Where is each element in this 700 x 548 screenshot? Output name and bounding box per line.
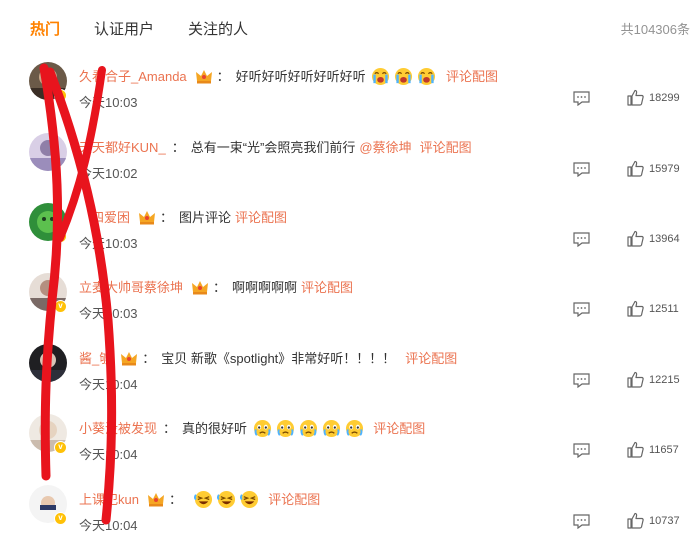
comment-image-link[interactable]: 评论配图 (268, 492, 320, 507)
like-icon[interactable] (627, 89, 644, 106)
verified-badge-icon: v (54, 300, 67, 313)
like-count: 10737 (649, 515, 680, 527)
reply-icon[interactable] (573, 91, 590, 106)
crown-icon (147, 493, 164, 507)
reply-icon[interactable] (573, 162, 590, 177)
comment-line: 四爱困：图片评论 评论配图 (91, 210, 288, 225)
tearful-face-emoji (345, 419, 363, 438)
comment-time: 今天10:03 (79, 306, 138, 321)
laughing-face-emoji (239, 490, 258, 509)
comment-time: 今天10:03 (79, 236, 138, 251)
tearful-face-emoji (253, 419, 271, 438)
comment-text: 宝贝 新歌《spotlight》非常好听！！！！ (161, 351, 396, 366)
username-link[interactable]: 上课犯kun (79, 492, 139, 507)
like-count: 11657 (649, 444, 679, 456)
username-link[interactable]: 立麦大帅哥蔡徐坤 (79, 280, 183, 295)
comment-line: 天天都好KUN_：总有一束“光”会照亮我们前行 @蔡徐坤 评论配图 (79, 140, 472, 155)
comment-line: 久看合子_Amanda：好听好听好听好听好听 评论配图 (79, 67, 498, 86)
comment-time: 今天10:04 (79, 377, 138, 392)
laughing-face-emoji (193, 490, 212, 509)
reply-icon[interactable] (573, 232, 590, 247)
like-count: 12511 (649, 303, 679, 315)
verified-badge-icon: v (54, 89, 67, 102)
comment-line: 立麦大帅哥蔡徐坤：啊啊啊啊啊 评论配图 (79, 280, 354, 295)
username-link[interactable]: 久看合子_Amanda (79, 69, 187, 84)
like-icon[interactable] (627, 371, 644, 388)
tearful-face-emoji (322, 419, 340, 438)
tab-following[interactable]: 关注的人 (188, 18, 248, 39)
avatar[interactable] (29, 344, 67, 382)
comment-text: 总有一束“光”会照亮我们前行 (190, 140, 356, 155)
crown-icon (195, 70, 212, 84)
comment-time: 今天10:04 (79, 518, 138, 533)
comment-text: 好听好听好听好听好听 (235, 69, 366, 84)
crying-face-emoji (418, 67, 436, 86)
like-count: 12215 (649, 374, 680, 386)
username-link[interactable]: 天天都好KUN_ (79, 140, 166, 155)
comment-time: 今天10:04 (79, 447, 138, 462)
crying-face-emoji (372, 67, 390, 86)
comment-item: 天天都好KUN_：总有一束“光”会照亮我们前行 @蔡徐坤 评论配图 今天10:02 … (0, 133, 700, 203)
comment-item: v 久看合子_Amanda：好听好听好听好听好听 评论配图 今天10:03 18… (0, 62, 700, 132)
like-icon[interactable] (627, 230, 644, 247)
comment-image-link[interactable]: 评论配图 (301, 280, 353, 295)
comment-image-link[interactable]: 评论配图 (405, 351, 457, 366)
comment-time: 今天10:03 (79, 95, 138, 110)
reply-icon[interactable] (573, 302, 590, 317)
like-count: 15979 (649, 163, 680, 175)
comment-line: 酱_够：宝贝 新歌《spotlight》非常好听！！！！ 评论配图 (79, 351, 458, 366)
comment-line: 上课犯kun： 评论配图 (79, 490, 321, 509)
crown-icon (192, 281, 209, 295)
username-link[interactable]: 四爱困 (91, 210, 130, 225)
comment-item: v 小葵没被发现：真的很好听 评论配图 今天10:04 11657 (0, 414, 700, 484)
verified-badge-icon: v (54, 441, 67, 454)
comment-item: v 立麦大帅哥蔡徐坤：啊啊啊啊啊 评论配图 今天10:03 12511 (0, 273, 700, 343)
tearful-face-emoji (299, 419, 317, 438)
like-count: 18299 (649, 92, 680, 104)
reply-icon[interactable] (573, 373, 590, 388)
crown-icon (121, 352, 138, 366)
comment-item: v 四爱困：图片评论 评论配图 今天10:03 13964 (0, 203, 700, 273)
comment-text: 啊啊啊啊啊 (232, 280, 298, 295)
comment-tabs: 热门 认证用户 关注的人 共104306条 (0, 0, 700, 52)
avatar[interactable] (29, 133, 67, 171)
like-icon[interactable] (627, 160, 644, 177)
like-icon[interactable] (627, 300, 644, 317)
comment-image-link[interactable]: 评论配图 (235, 210, 287, 225)
laughing-face-emoji (216, 490, 235, 509)
like-count: 13964 (649, 233, 680, 245)
comment-line: 小葵没被发现：真的很好听 评论配图 (79, 419, 426, 438)
comment-text: 真的很好听 (182, 421, 248, 436)
comment-time: 今天10:02 (79, 166, 138, 181)
username-link[interactable]: 酱_够 (79, 351, 112, 366)
like-icon[interactable] (627, 441, 644, 458)
comment-image-link[interactable]: 评论配图 (373, 421, 425, 436)
tearful-face-emoji (276, 419, 294, 438)
total-comment-count: 共104306条 (620, 22, 690, 37)
reply-icon[interactable] (573, 443, 590, 458)
username-link[interactable]: 小葵没被发现 (79, 421, 157, 436)
tab-hot[interactable]: 热门 (30, 18, 60, 39)
comment-text: 图片评论 (179, 210, 232, 225)
mention-link[interactable]: @蔡徐坤 (359, 140, 411, 155)
tab-verified-users[interactable]: 认证用户 (94, 18, 154, 39)
reply-icon[interactable] (573, 514, 590, 529)
comment-image-link[interactable]: 评论配图 (446, 69, 498, 84)
comment-item: 酱_够：宝贝 新歌《spotlight》非常好听！！！！ 评论配图 今天10:04… (0, 344, 700, 414)
crying-face-emoji (395, 67, 413, 86)
like-icon[interactable] (627, 512, 644, 529)
comment-item: v 上课犯kun： 评论配图 今天10:04 10737 (0, 485, 700, 548)
crown-icon (139, 211, 156, 225)
comment-image-link[interactable]: 评论配图 (420, 140, 472, 155)
verified-badge-icon: v (54, 512, 67, 525)
verified-badge-icon: v (54, 230, 67, 243)
